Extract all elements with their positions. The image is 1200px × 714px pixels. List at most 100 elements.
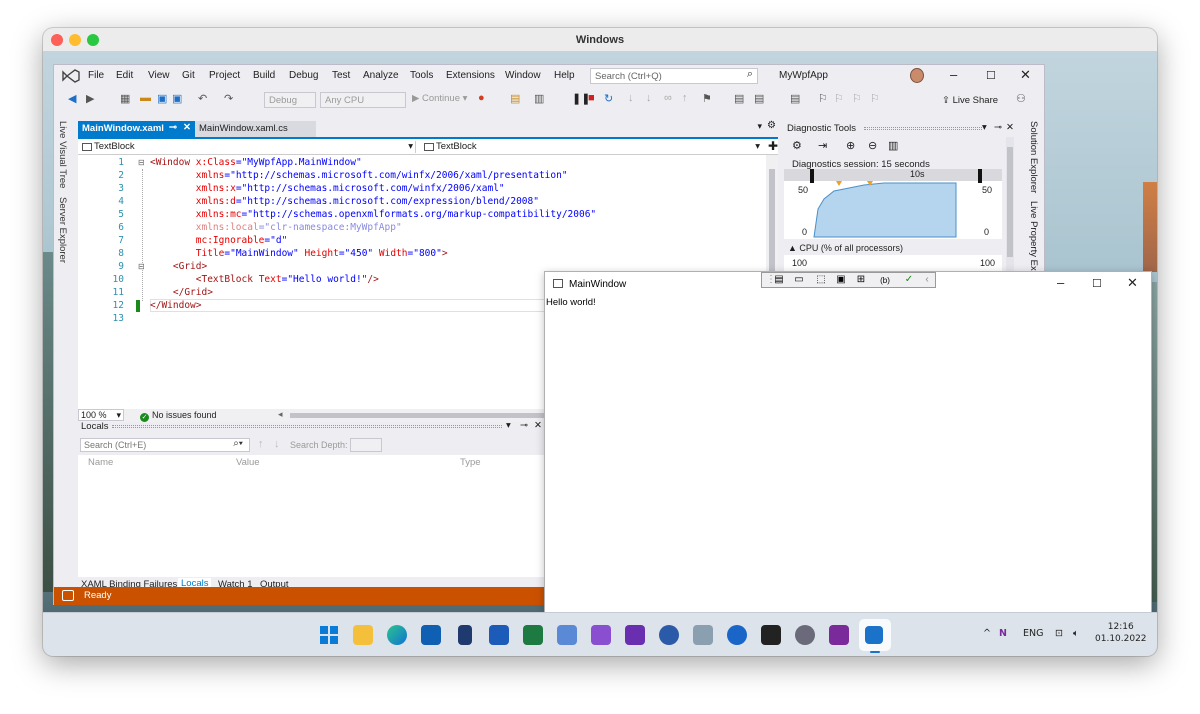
search-up-icon[interactable]: ↑ (258, 438, 264, 450)
clear-bookmark-icon[interactable]: ⚐ (870, 92, 880, 105)
new-project-icon[interactable]: ▦ (120, 92, 130, 105)
column-name[interactable]: Name (88, 457, 113, 468)
panel-menu-icon[interactable]: ▾ (982, 122, 987, 133)
maximize-icon[interactable]: ☐ (1092, 277, 1102, 290)
minimize-icon[interactable]: – (950, 67, 957, 82)
remote-desktop-icon[interactable] (557, 625, 577, 645)
stop-icon[interactable]: ■ (588, 92, 595, 104)
restart-icon[interactable]: ↻ (604, 92, 613, 105)
feedback-icon[interactable]: ⚇ (1016, 92, 1026, 105)
track-focus-icon[interactable]: ▭ (792, 274, 806, 285)
clock[interactable]: 12:16 01.10.2022 (1095, 621, 1147, 645)
minimize-icon[interactable]: – (1057, 275, 1064, 290)
zoom-out-icon[interactable]: ⊖ (868, 139, 877, 152)
layout-icon[interactable]: ▥ (534, 92, 544, 105)
language-indicator[interactable]: ENG (1023, 628, 1043, 639)
tray-overflow-icon[interactable]: ^ (983, 628, 991, 639)
split-plus-icon[interactable]: ✚ (768, 139, 778, 153)
step-over-icon[interactable]: ↓ (628, 92, 634, 104)
horizontal-scrollbar[interactable] (290, 413, 550, 418)
menu-project[interactable]: Project (209, 70, 240, 81)
step-into-icon[interactable]: ↓ (646, 92, 652, 104)
pin-icon[interactable]: ⊸ (994, 122, 1002, 133)
step-icon[interactable]: ∞ (664, 92, 672, 104)
prev-bookmark-icon[interactable]: ⚐ (834, 92, 844, 105)
redo-icon[interactable]: ↷ (224, 92, 233, 105)
bubbles-icon[interactable] (727, 625, 747, 645)
menu-analyze[interactable]: Analyze (363, 70, 399, 81)
column-type[interactable]: Type (460, 457, 481, 468)
close-traffic-light[interactable] (51, 34, 63, 46)
menu-git[interactable]: Git (182, 70, 195, 81)
search-down-icon[interactable]: ↓ (274, 438, 280, 450)
step-out-icon[interactable]: ↑ (682, 92, 688, 104)
save-icon[interactable]: ▣ (157, 92, 167, 105)
hot-reload-icon[interactable]: ● (478, 92, 485, 104)
menu-build[interactable]: Build (253, 70, 275, 81)
configuration-dropdown[interactable]: Debug (264, 92, 316, 108)
collapse-toolbar-icon[interactable]: ‹ (920, 274, 934, 285)
open-folder-icon[interactable]: ▬ (140, 92, 151, 104)
navigate-back-icon[interactable]: ◀ (68, 92, 76, 105)
diagnostics-timeline-chart[interactable]: 10s 50 0 50 0 (784, 169, 1002, 239)
tab-mainwindow-xaml[interactable]: MainWindow.xaml ⊸ ✕ (78, 121, 195, 137)
visual-studio-preview-icon[interactable] (625, 625, 645, 645)
menu-help[interactable]: Help (554, 70, 575, 81)
collapse-icon[interactable]: ⊟ (138, 158, 145, 167)
infinity-app-icon[interactable] (659, 625, 679, 645)
close-icon[interactable]: ✕ (1127, 275, 1138, 291)
onenote-icon[interactable] (829, 625, 849, 645)
search-input[interactable]: Search (Ctrl+Q) ⌕ (590, 68, 758, 84)
word-icon[interactable] (489, 625, 509, 645)
binding-icon[interactable]: (b) (878, 276, 892, 285)
zoom-traffic-light[interactable] (87, 34, 99, 46)
menu-debug[interactable]: Debug (289, 70, 318, 81)
menu-view[interactable]: View (148, 70, 170, 81)
close-tab-icon[interactable]: ✕ (183, 122, 191, 134)
tab-server-explorer[interactable]: Server Explorer (57, 197, 68, 263)
tab-solution-explorer[interactable]: Solution Explorer (1028, 121, 1039, 193)
settings-icon[interactable] (795, 625, 815, 645)
menu-window[interactable]: Window (505, 70, 541, 81)
tools-icon[interactable] (693, 625, 713, 645)
live-visual-tree-icon[interactable]: ▤ (772, 274, 786, 285)
bookmark-icon[interactable]: ⚐ (818, 92, 828, 105)
navigate-forward-icon[interactable]: ▶ (86, 92, 94, 105)
notepad-icon[interactable] (458, 625, 472, 645)
locals-search-input[interactable]: Search (Ctrl+E) ⌕▾ (80, 438, 250, 452)
close-icon[interactable]: ✕ (1006, 122, 1014, 133)
diag-scrollbar[interactable] (1006, 137, 1014, 277)
column-value[interactable]: Value (236, 457, 260, 468)
select-element-icon[interactable]: ⬚ (814, 274, 828, 285)
menu-extensions[interactable]: Extensions (446, 70, 495, 81)
chart-icon[interactable]: ▥ (888, 139, 898, 152)
excel-icon[interactable] (523, 625, 543, 645)
menu-tools[interactable]: Tools (410, 70, 433, 81)
avatar[interactable] (910, 68, 924, 83)
platform-dropdown[interactable]: Any CPU (320, 92, 406, 108)
save-all-icon[interactable]: ▣ (172, 92, 182, 105)
onenote-tray-icon[interactable]: N (999, 628, 1007, 639)
hot-reload-ok-icon[interactable]: ✓ (902, 274, 916, 285)
tab-live-visual-tree[interactable]: Live Visual Tree (57, 121, 68, 188)
close-icon[interactable]: ✕ (1020, 67, 1031, 83)
maximize-icon[interactable]: ☐ (986, 69, 996, 82)
menu-test[interactable]: Test (332, 70, 350, 81)
network-icon[interactable]: ⊡ (1055, 628, 1063, 639)
export-icon[interactable]: ⇥ (818, 139, 827, 152)
edge-icon[interactable] (387, 625, 407, 645)
process-icon[interactable]: ▤ (510, 92, 520, 105)
nav-element-right[interactable]: TextBlock ▾ (422, 141, 762, 153)
display-adorners-icon[interactable]: ▣ (834, 274, 848, 285)
live-share-button[interactable]: ⇪ Live Share (942, 95, 998, 106)
next-bookmark-icon[interactable]: ⚐ (852, 92, 862, 105)
pin-icon[interactable]: ⊸ (520, 420, 528, 431)
settings-icon[interactable]: ⚙ (767, 120, 776, 131)
undo-icon[interactable]: ↶ (198, 92, 207, 105)
search-depth-dropdown[interactable] (350, 438, 382, 452)
hot-path-icon[interactable]: ⚑ (702, 92, 712, 105)
minimize-traffic-light[interactable] (69, 34, 81, 46)
wpf-app-icon[interactable] (865, 626, 883, 644)
menu-file[interactable]: File (88, 70, 104, 81)
file-explorer-icon[interactable] (353, 625, 373, 645)
